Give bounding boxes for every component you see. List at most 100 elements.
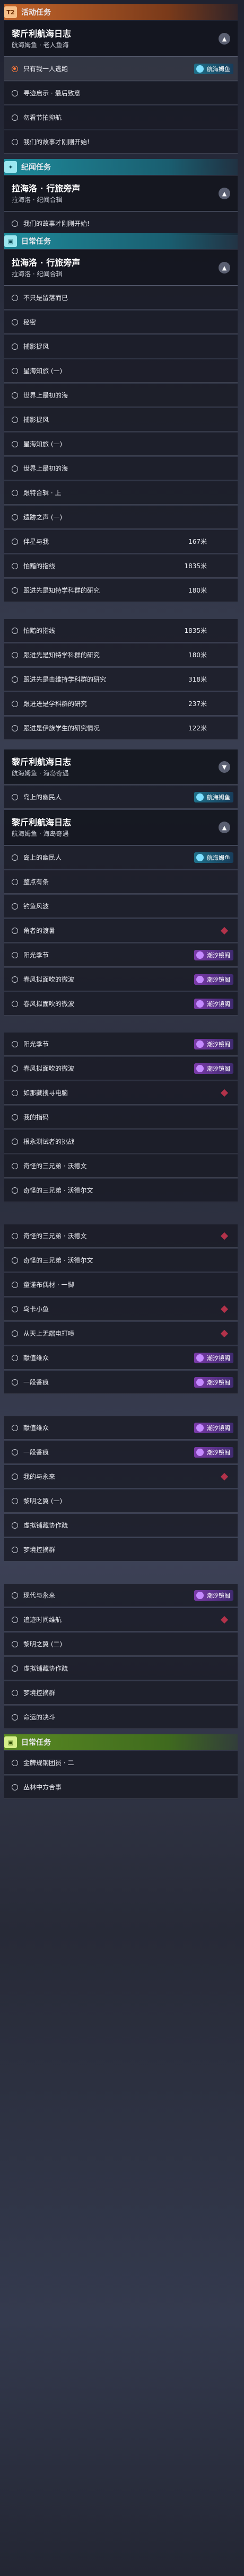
- quest-item[interactable]: 我们的故事才刚刚开始!: [4, 212, 238, 235]
- quest-group-subtitle: 航海姆鱼 · 老人鱼海: [12, 41, 69, 49]
- quest-item[interactable]: 我们的故事才刚刚开始!: [4, 130, 238, 154]
- navigate-button[interactable]: 航海姆鱼: [194, 852, 233, 863]
- quest-item[interactable]: 童谨布偶材 · 一脚: [4, 1273, 238, 1296]
- quest-item[interactable]: 奇怪的三兄弟 · 沃德文: [4, 1224, 238, 1248]
- radio-icon: [12, 951, 18, 958]
- quest-item[interactable]: 捕影捉风: [4, 335, 238, 358]
- quest-item[interactable]: 世界上最初的海: [4, 457, 238, 480]
- quest-item[interactable]: 勿看节拍抑航: [4, 106, 238, 129]
- category-bar-event[interactable]: T2 活动任务: [4, 4, 238, 20]
- quest-item[interactable]: 岛上的幽民人 航海姆鱼: [4, 786, 238, 809]
- quest-item[interactable]: 鸟卡小鱼: [4, 1298, 238, 1321]
- quest-item[interactable]: 岛上的幽民人 航海姆鱼: [4, 846, 238, 869]
- quest-item[interactable]: 献值维众 潮汐镜阁: [4, 1416, 238, 1440]
- quest-item[interactable]: 不只是留落而已: [4, 286, 238, 310]
- quest-item[interactable]: 奇怪的三兄弟 · 沃德尔文: [4, 1249, 238, 1272]
- category-bar-daily[interactable]: ▣ 日常任务: [4, 1734, 238, 1750]
- map-pin-icon: [220, 1232, 229, 1240]
- quest-item[interactable]: 星海知旅 (一): [4, 359, 238, 383]
- quest-item[interactable]: 阳光季节 潮汐镜阁: [4, 1033, 238, 1056]
- quest-item[interactable]: 现代与永来 潮汐镜阁: [4, 1584, 238, 1607]
- navigate-button[interactable]: 潮汐镜阁: [194, 1377, 233, 1388]
- quest-item[interactable]: 奇怪的三兄弟 · 沃德尔文: [4, 1179, 238, 1202]
- navigate-button[interactable]: 航海姆鱼: [194, 63, 233, 74]
- quest-item[interactable]: 只有我一人逃跑 航海姆鱼: [4, 57, 238, 81]
- radio-icon: [12, 1665, 18, 1672]
- navigate-button[interactable]: 潮汐镜阁: [194, 1422, 233, 1433]
- quest-item[interactable]: 跟进先是知特学科群的研究 180米: [4, 643, 238, 667]
- quest-item[interactable]: 阳光季节 潮汐镜阁: [4, 943, 238, 967]
- quest-group-header[interactable]: 黎斤利航海日志 航海姆鱼 · 海岛奇遇 ▼: [4, 749, 238, 785]
- navigate-button[interactable]: 潮汐镜阁: [194, 1038, 233, 1049]
- category-bar-discovery[interactable]: ✦ 纪闻任务: [4, 159, 238, 175]
- navigate-button[interactable]: 航海姆鱼: [194, 791, 233, 802]
- quest-item[interactable]: 从天上无端电打喷: [4, 1322, 238, 1345]
- quest-group-header[interactable]: 黎斤利航海日志 航海姆鱼 · 海岛奇遇 ▲: [4, 810, 238, 845]
- quest-item[interactable]: 秘密: [4, 311, 238, 334]
- quest-item[interactable]: 跟进是伊族学生的研究情况 122米: [4, 717, 238, 740]
- navigate-button[interactable]: 潮汐镜阁: [194, 1063, 233, 1074]
- quest-item[interactable]: 虚拟铺藏协作疏: [4, 1657, 238, 1680]
- quest-item[interactable]: 世界上最初的海: [4, 384, 238, 407]
- quest-item-label: 命运的决斗: [23, 1714, 56, 1721]
- quest-item[interactable]: 梦境控摘群: [4, 1681, 238, 1705]
- navigate-button[interactable]: 潮汐镜阁: [194, 1352, 233, 1363]
- quest-group-subtitle: 拉海洛 · 纪闻合辑: [12, 196, 63, 204]
- quest-item[interactable]: 星海知旅 (一): [4, 433, 238, 456]
- quest-item[interactable]: 角者的渡暑: [4, 919, 238, 942]
- navigate-button[interactable]: 潮汐镜阁: [194, 1590, 233, 1601]
- quest-item[interactable]: 根永测试者的挑战: [4, 1130, 238, 1153]
- quest-item[interactable]: 跟特合辑 · 上: [4, 481, 238, 505]
- quest-item[interactable]: 我的与永来: [4, 1465, 238, 1488]
- quest-item[interactable]: 一段香痕 潮汐镜阁: [4, 1371, 238, 1394]
- collapse-chevron-icon[interactable]: ▲: [219, 262, 230, 274]
- quest-item[interactable]: 一段香痕 潮汐镜阁: [4, 1441, 238, 1464]
- collapse-chevron-icon[interactable]: ▲: [219, 822, 230, 833]
- quest-item-label: 春风拟面吹的微波: [23, 976, 75, 983]
- quest-item[interactable]: 我的指码: [4, 1106, 238, 1129]
- collapse-chevron-icon[interactable]: ▲: [219, 188, 230, 199]
- quest-item[interactable]: 春风拟面吹的微波 潮汐镜阁: [4, 992, 238, 1016]
- quest-item[interactable]: 捕影捉风: [4, 408, 238, 431]
- quest-group-header[interactable]: 黎斤利航海日志 航海姆鱼 · 老人鱼海 ▲: [4, 21, 238, 57]
- radio-icon: [12, 538, 18, 545]
- quest-item[interactable]: 怕黯的指线 1835米: [4, 619, 238, 642]
- quest-item[interactable]: 钓鱼风波: [4, 895, 238, 918]
- quest-distance: 180米: [188, 651, 207, 659]
- quest-item[interactable]: 跟进先是知特学科群的研究 180米: [4, 579, 238, 602]
- quest-item[interactable]: 奇怪的三兄弟 · 沃德文: [4, 1154, 238, 1178]
- quest-item-label: 寻迹启示 · 最后致意: [23, 90, 81, 97]
- quest-item[interactable]: 遗跡之声 (一): [4, 506, 238, 529]
- navigate-button[interactable]: 潮汐镜阁: [194, 949, 233, 960]
- quest-item[interactable]: 命运的决斗: [4, 1706, 238, 1729]
- quest-item[interactable]: 金牌规钢团员 · 二: [4, 1751, 238, 1775]
- quest-item[interactable]: 丛林中方合事: [4, 1776, 238, 1799]
- quest-item-label: 一段香痕: [23, 1379, 49, 1386]
- quest-item[interactable]: 献值维众 潮汐镜阁: [4, 1346, 238, 1370]
- quest-item[interactable]: 黎明之翼 (二): [4, 1633, 238, 1656]
- collapse-chevron-icon[interactable]: ▼: [219, 761, 230, 773]
- quest-item[interactable]: 怕黯的指线 1835米: [4, 554, 238, 578]
- quest-item[interactable]: 黎明之翼 (一): [4, 1489, 238, 1513]
- quest-item[interactable]: 寻迹启示 · 最后致意: [4, 82, 238, 105]
- quest-item[interactable]: 春风拟面吹的微波 潮汐镜阁: [4, 1057, 238, 1080]
- quest-item[interactable]: 梦境控摘群: [4, 1538, 238, 1562]
- quest-item[interactable]: 追迹时间维航: [4, 1608, 238, 1631]
- navigate-button[interactable]: 潮汐镜阁: [194, 1446, 233, 1458]
- quest-group-header[interactable]: 拉海洛 · 行旅旁声 拉海洛 · 纪闻合辑 ▲: [4, 176, 238, 211]
- quest-item[interactable]: 春风拟面吹的微波 潮汐镜阁: [4, 968, 238, 991]
- navigate-button[interactable]: 潮汐镜阁: [194, 974, 233, 985]
- collapse-chevron-icon[interactable]: ▲: [219, 33, 230, 45]
- quest-item[interactable]: 如那藏搜寻电脑: [4, 1081, 238, 1105]
- quest-item[interactable]: 伴星与我 167米: [4, 530, 238, 553]
- quest-item-label: 我的与永来: [23, 1473, 56, 1480]
- category-bar-daily[interactable]: ▣ 日常任务: [4, 233, 238, 249]
- quest-item[interactable]: 跟进进是学科群的研究 237米: [4, 692, 238, 716]
- quest-item[interactable]: 跟进先是击维持学科群的研究 318米: [4, 668, 238, 691]
- quest-group-header[interactable]: 拉海洛 · 行旅旁声 拉海洛 · 纪闻合辑 ▲: [4, 250, 238, 286]
- quest-distance: 318米: [188, 676, 207, 683]
- quest-item[interactable]: 虚拟铺藏协作疏: [4, 1514, 238, 1537]
- radio-icon: [12, 1354, 18, 1361]
- navigate-button[interactable]: 潮汐镜阁: [194, 998, 233, 1009]
- quest-item[interactable]: 整点有条: [4, 870, 238, 894]
